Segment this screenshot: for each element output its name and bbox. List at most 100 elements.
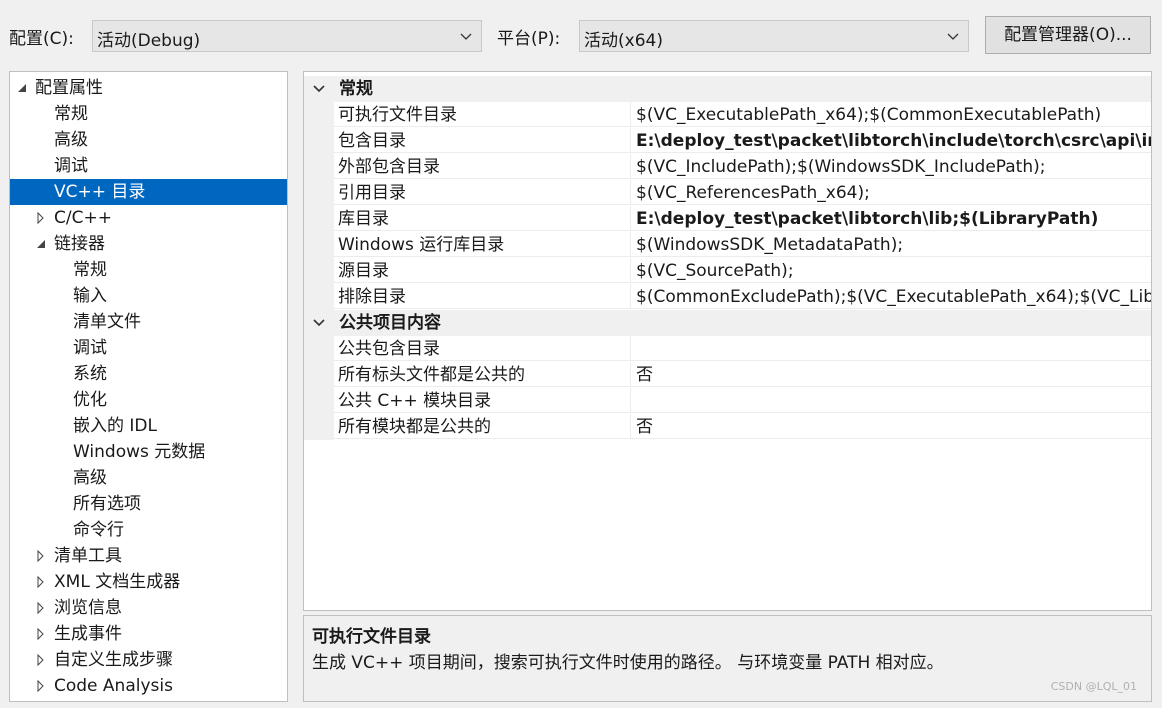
tree-item[interactable]: 高级 (10, 127, 287, 153)
property-value[interactable]: $(VC_ReferencesPath_x64); (631, 180, 1151, 205)
property-row[interactable]: 外部包含目录 $(VC_IncludePath);$(WindowsSDK_Inc… (304, 154, 1151, 180)
property-row[interactable]: 排除目录 $(CommonExcludePath);$(VC_Executable… (304, 284, 1151, 310)
tree-item-label: 调试 (73, 338, 107, 358)
platform-dropdown[interactable]: 活动(x64) (579, 20, 969, 52)
tree-item-label: C/C++ (54, 208, 112, 228)
row-gutter (304, 128, 334, 154)
property-tree: 配置属性 常规 高级 调试 VC++ 目录 C/C++ 链接器 常规 输入 清单文件 调试 系统 优化嵌… (9, 71, 288, 702)
property-value[interactable] (631, 388, 1151, 413)
row-gutter (304, 206, 334, 232)
category-header[interactable]: 常规 (304, 76, 1151, 102)
tree-item-label: 配置属性 (35, 78, 103, 98)
property-value[interactable]: $(WindowsSDK_MetadataPath); (631, 232, 1151, 257)
config-dropdown-value: 活动(Debug) (97, 31, 201, 51)
property-name: 引用目录 (334, 180, 631, 205)
tree-item-label: 浏览信息 (54, 598, 122, 618)
tree-collapsed-icon[interactable] (35, 569, 47, 595)
property-row[interactable]: 库目录 E:\deploy_test\packet\libtorch\lib;$(… (304, 206, 1151, 232)
configuration-manager-button[interactable]: 配置管理器(O)... (985, 16, 1151, 54)
property-value[interactable]: $(VC_IncludePath);$(WindowsSDK_IncludePa… (631, 154, 1151, 179)
row-gutter (304, 154, 334, 180)
tree-item-label: 清单工具 (54, 546, 122, 566)
property-row[interactable]: 公共 C++ 模块目录 (304, 388, 1151, 414)
chevron-down-icon[interactable] (312, 82, 326, 96)
tree-item[interactable]: 浏览信息 (10, 595, 287, 621)
row-gutter (304, 258, 334, 284)
tree-item[interactable]: 高级 (10, 465, 287, 491)
property-row[interactable]: Windows 运行库目录 $(WindowsSDK_MetadataPath); (304, 232, 1151, 258)
property-name: 源目录 (334, 258, 631, 283)
row-gutter (304, 336, 334, 362)
tree-item[interactable]: 清单工具 (10, 543, 287, 569)
property-row[interactable]: 所有标头文件都是公共的否 (304, 362, 1151, 388)
tree-item-label: 优化 (73, 390, 107, 410)
tree-item[interactable]: 链接器 (10, 231, 287, 257)
config-dropdown[interactable]: 活动(Debug) (92, 20, 482, 52)
tree-item[interactable]: 嵌入的 IDL (10, 413, 287, 439)
tree-item[interactable]: 自定义生成步骤 (10, 647, 287, 673)
category-title: 常规 (339, 79, 373, 99)
tree-collapsed-icon[interactable] (35, 543, 47, 569)
property-row[interactable]: 所有模块都是公共的否 (304, 414, 1151, 440)
property-value[interactable]: $(VC_ExecutablePath_x64);$(CommonExecuta… (631, 102, 1151, 127)
tree-item[interactable]: Code Analysis (10, 673, 287, 699)
property-value[interactable] (631, 336, 1151, 361)
tree-collapsed-icon[interactable] (35, 595, 47, 621)
tree-item[interactable]: 调试 (10, 153, 287, 179)
property-row[interactable]: 引用目录 $(VC_ReferencesPath_x64); (304, 180, 1151, 206)
tree-item[interactable]: Windows 元数据 (10, 439, 287, 465)
category-header[interactable]: 公共项目内容 (304, 310, 1151, 336)
tree-collapsed-icon[interactable] (35, 647, 47, 673)
property-value[interactable]: $(VC_SourcePath); (631, 258, 1151, 283)
property-value[interactable]: E:\deploy_test\packet\libtorch\include\t… (631, 128, 1151, 153)
property-name: 包含目录 (334, 128, 631, 153)
tree-collapsed-icon[interactable] (35, 205, 47, 231)
tree-item[interactable]: XML 文档生成器 (10, 569, 287, 595)
tree-item[interactable]: 调试 (10, 335, 287, 361)
tree-collapsed-icon[interactable] (35, 621, 47, 647)
property-value[interactable]: $(CommonExcludePath);$(VC_ExecutablePath… (631, 284, 1151, 309)
property-row[interactable]: 源目录 $(VC_SourcePath); (304, 258, 1151, 284)
tree-item-label: 高级 (73, 468, 107, 488)
platform-label: 平台(P): (497, 29, 561, 49)
property-grid: 常规可执行文件目录 $(VC_ExecutablePath_x64);$(Comm… (303, 71, 1152, 611)
tree-item[interactable]: 常规 (10, 101, 287, 127)
tree-item[interactable]: 命令行 (10, 517, 287, 543)
config-label: 配置(C): (9, 29, 74, 49)
property-name: 可执行文件目录 (334, 102, 631, 127)
property-value[interactable]: 否 (631, 362, 1151, 387)
property-row[interactable]: 包含目录 E:\deploy_test\packet\libtorch\inclu… (304, 128, 1151, 154)
property-value[interactable]: 否 (631, 414, 1151, 439)
row-gutter (304, 414, 334, 440)
tree-item[interactable]: VC++ 目录 (10, 179, 287, 205)
platform-dropdown-value: 活动(x64) (584, 31, 663, 51)
tree-item-label: 所有选项 (73, 494, 141, 514)
tree-item-label: 输入 (73, 286, 107, 306)
tree-item[interactable]: 配置属性 (10, 75, 287, 101)
tree-item-label: 清单文件 (73, 312, 141, 332)
property-row[interactable]: 可执行文件目录 $(VC_ExecutablePath_x64);$(Common… (304, 102, 1151, 128)
row-gutter (304, 388, 334, 414)
tree-item[interactable]: C/C++ (10, 205, 287, 231)
tree-item[interactable]: 优化 (10, 387, 287, 413)
tree-item[interactable]: 清单文件 (10, 309, 287, 335)
tree-item[interactable]: 系统 (10, 361, 287, 387)
tree-expanded-icon[interactable] (35, 231, 47, 257)
tree-item-label: 嵌入的 IDL (73, 416, 157, 436)
tree-item-label: 常规 (54, 104, 88, 124)
tree-collapsed-icon[interactable] (35, 673, 47, 699)
tree-expanded-icon[interactable] (16, 75, 28, 101)
row-gutter (304, 180, 334, 206)
tree-item-label: 自定义生成步骤 (54, 650, 173, 670)
property-row[interactable]: 公共包含目录 (304, 336, 1151, 362)
tree-item[interactable]: 所有选项 (10, 491, 287, 517)
property-value[interactable]: E:\deploy_test\packet\libtorch\lib;$(Lib… (631, 206, 1151, 231)
property-name: 外部包含目录 (334, 154, 631, 179)
chevron-down-icon[interactable] (312, 316, 326, 330)
tree-item[interactable]: 常规 (10, 257, 287, 283)
property-name: Windows 运行库目录 (334, 232, 631, 257)
configuration-toolbar: 配置(C): 活动(Debug) 平台(P): 活动(x64) 配置管理器(O)… (0, 0, 1162, 70)
row-gutter (304, 102, 334, 128)
tree-item[interactable]: 输入 (10, 283, 287, 309)
tree-item[interactable]: 生成事件 (10, 621, 287, 647)
